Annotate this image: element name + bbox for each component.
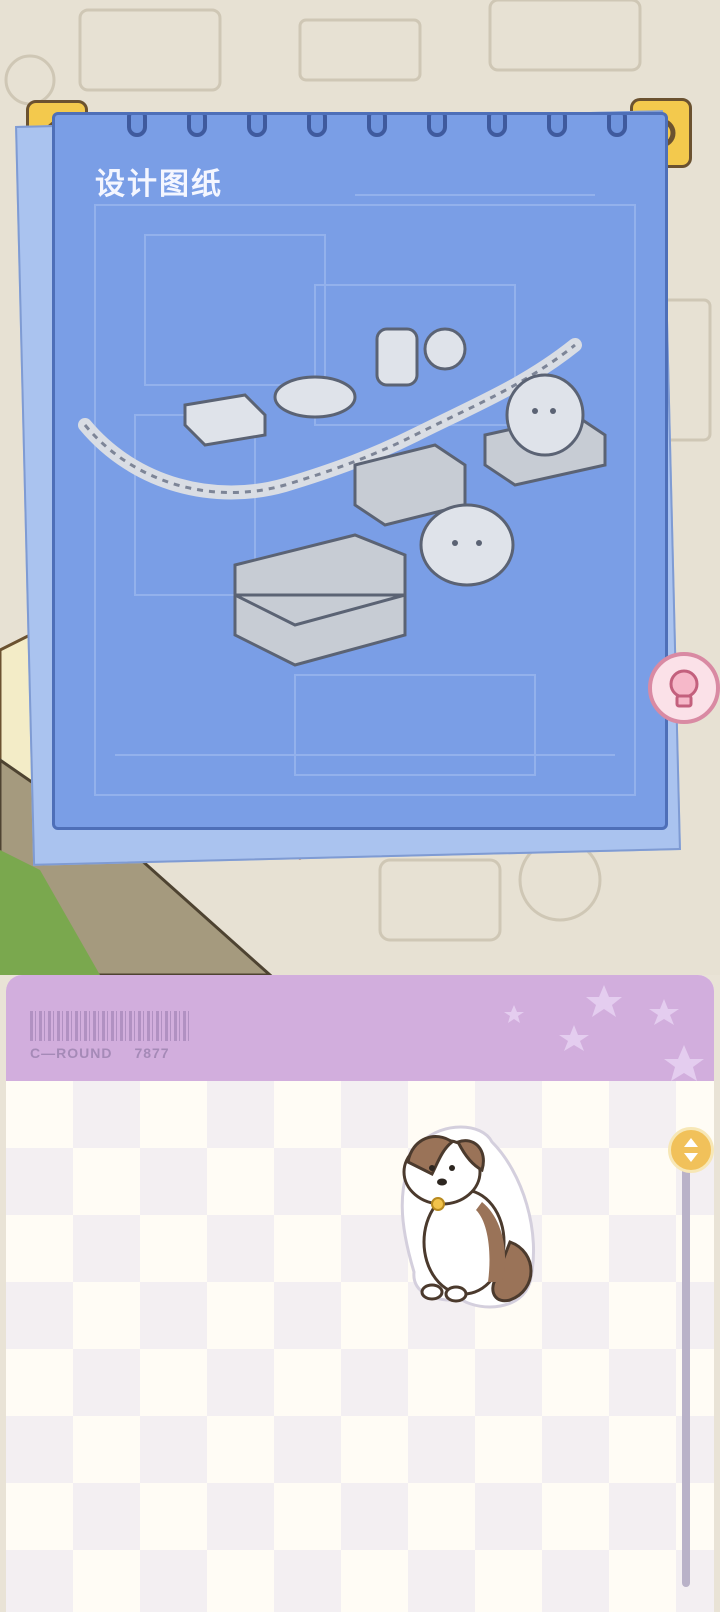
barcode-number: 7877 — [134, 1045, 170, 1061]
lightbulb-icon — [669, 669, 699, 708]
barcode-text: C—ROUND — [30, 1045, 113, 1061]
hint-button[interactable] — [648, 652, 720, 724]
scrollbar-track[interactable] — [682, 1155, 690, 1587]
scroll-arrows-icon — [684, 1138, 698, 1162]
stars-decoration — [504, 985, 704, 1081]
blueprint-panel: 设计图纸 — [52, 112, 668, 830]
barcode-label: C—ROUND 7877 — [30, 1045, 170, 1061]
scrollbar-handle[interactable] — [668, 1127, 714, 1173]
dog-sticker[interactable] — [392, 1122, 540, 1312]
inventory-tray: C—ROUND 7877 — [6, 975, 714, 1612]
sticker-grid[interactable] — [6, 1081, 714, 1612]
tray-header: C—ROUND 7877 — [6, 975, 714, 1081]
barcode-graphic — [30, 1011, 190, 1041]
blueprint-drawing — [78, 194, 636, 796]
